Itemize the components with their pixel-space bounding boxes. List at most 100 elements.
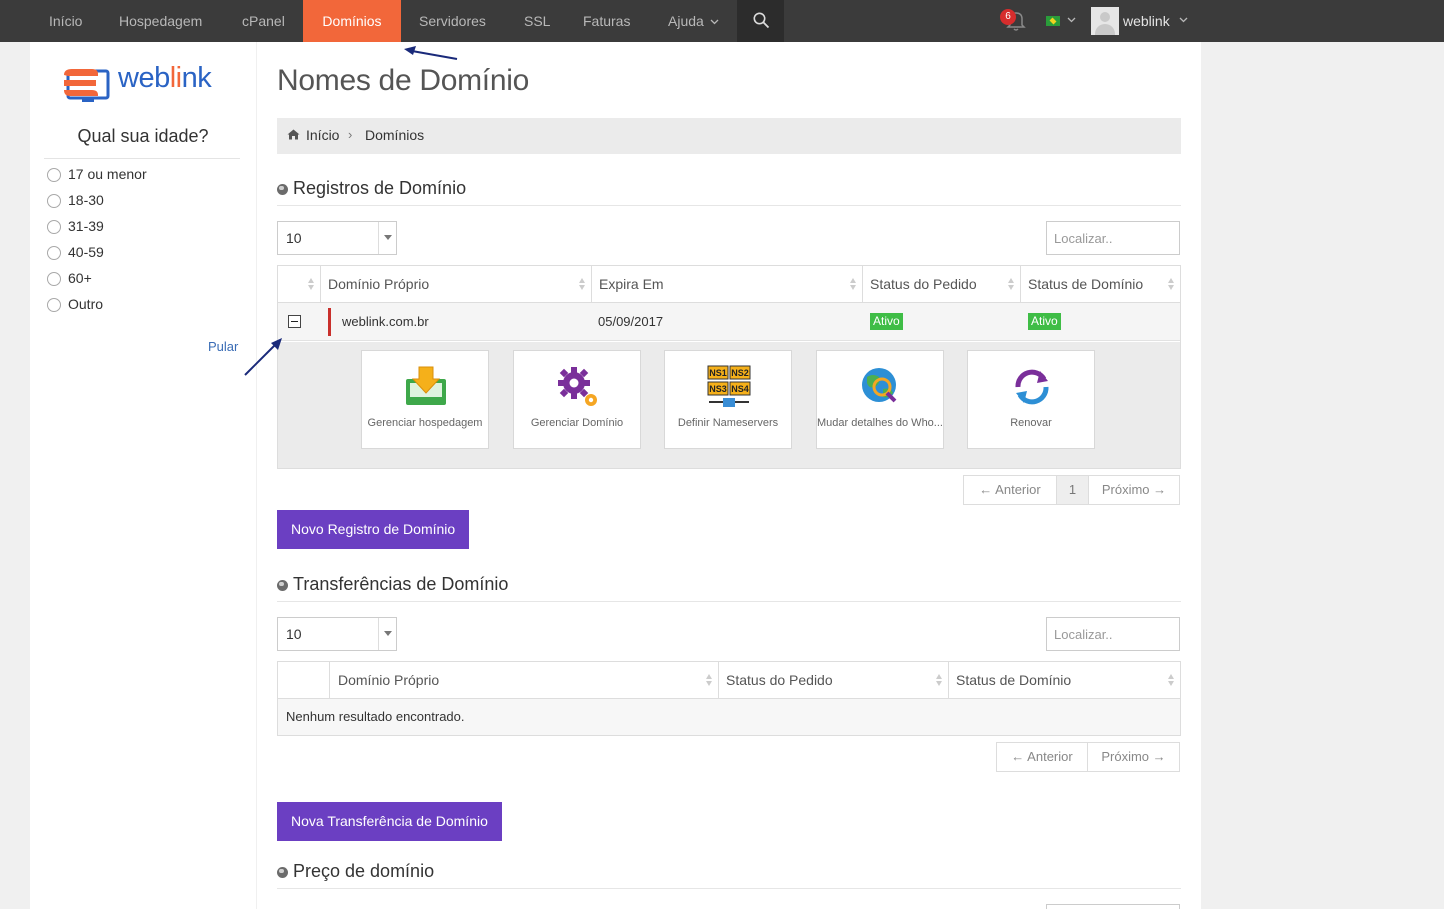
table-header: Domínio Próprio Status do Pedido Status … bbox=[278, 662, 1180, 699]
pagination-page-number[interactable]: 1 bbox=[1056, 476, 1088, 504]
chevron-down-icon bbox=[710, 19, 719, 25]
column-header-order-status[interactable]: Status do Pedido bbox=[719, 662, 949, 698]
user-menu-chevron-down-icon[interactable] bbox=[1179, 17, 1188, 23]
column-header-label: Status de Domínio bbox=[956, 672, 1072, 688]
dropdown-arrow-icon bbox=[378, 618, 396, 650]
poll-option-label: 18-30 bbox=[68, 192, 104, 208]
radio-button[interactable] bbox=[47, 298, 61, 312]
sort-icon bbox=[936, 674, 943, 686]
nameservers-icon: NS1 NS2 NS3 NS4 bbox=[707, 365, 751, 407]
nav-servidores[interactable]: Servidores bbox=[419, 0, 486, 42]
nav-hospedagem[interactable]: Hospedagem bbox=[119, 0, 202, 42]
radio-button[interactable] bbox=[47, 246, 61, 260]
nav-ajuda[interactable]: Ajuda bbox=[668, 0, 719, 42]
nav-faturas[interactable]: Faturas bbox=[583, 0, 630, 42]
radio-button[interactable] bbox=[47, 220, 61, 234]
column-header-label: Domínio Próprio bbox=[328, 276, 430, 292]
pagination-next-button[interactable]: Próximo → bbox=[1087, 743, 1179, 771]
globe-icon bbox=[277, 184, 288, 195]
registrations-table: Domínio Próprio Expira Em Status do Pedi… bbox=[277, 265, 1181, 469]
nav-cpanel[interactable]: cPanel bbox=[242, 0, 285, 42]
column-header-label: Status do Pedido bbox=[870, 276, 977, 292]
transfers-table: Domínio Próprio Status do Pedido Status … bbox=[277, 661, 1181, 736]
breadcrumb: Início › Domínios bbox=[277, 118, 1181, 154]
globe-icon bbox=[277, 580, 288, 591]
action-manage-hosting-button[interactable]: Gerenciar hospedagem bbox=[361, 350, 489, 449]
expand-column-header[interactable] bbox=[278, 662, 330, 698]
pagination-previous-button[interactable]: ← Anterior bbox=[997, 743, 1087, 771]
action-renew-button[interactable]: Renovar bbox=[967, 350, 1095, 449]
column-header-domain[interactable]: Domínio Próprio bbox=[330, 662, 719, 698]
column-header-label: Expira Em bbox=[599, 276, 664, 292]
poll-option-label: 60+ bbox=[68, 270, 92, 286]
svg-text:NS3: NS3 bbox=[709, 384, 727, 394]
domain-status-badge: Ativo bbox=[1028, 313, 1061, 330]
breadcrumb-current: Domínios bbox=[365, 127, 425, 143]
nav-inicio[interactable]: Início bbox=[49, 0, 82, 42]
username-label[interactable]: weblink bbox=[1123, 0, 1170, 42]
sort-icon bbox=[1008, 278, 1015, 290]
transfers-pagination: ← Anterior Próximo → bbox=[996, 742, 1180, 772]
table-row[interactable]: weblink.com.br 05/09/2017 Ativo Ativo bbox=[278, 303, 1180, 341]
transfers-search-input[interactable] bbox=[1046, 617, 1180, 651]
column-header-domain[interactable]: Domínio Próprio bbox=[321, 266, 592, 302]
section-divider bbox=[277, 888, 1181, 889]
action-label: Gerenciar hospedagem bbox=[367, 417, 483, 429]
registrations-pagination: ← Anterior 1 Próximo → bbox=[963, 475, 1180, 505]
collapse-row-icon[interactable] bbox=[288, 315, 301, 328]
search-icon bbox=[753, 12, 770, 29]
globe-icon bbox=[277, 867, 288, 878]
brazil-flag-icon[interactable] bbox=[1046, 16, 1060, 26]
pagination-next-button[interactable]: Próximo → bbox=[1088, 476, 1179, 504]
registrations-page-size-select[interactable]: 10 bbox=[277, 221, 397, 255]
poll-divider bbox=[44, 158, 240, 159]
column-header-domain-status[interactable]: Status de Domínio bbox=[949, 662, 1180, 698]
domain-actions-panel: Gerenciar hospedagem Gerenciar Domínio N… bbox=[278, 342, 1180, 468]
sort-icon bbox=[1168, 278, 1175, 290]
top-navbar: Início Hospedagem cPanel Domínios Servid… bbox=[0, 0, 1444, 48]
download-tray-icon bbox=[406, 366, 446, 405]
gears-icon bbox=[558, 367, 597, 406]
new-domain-registration-button[interactable]: Novo Registro de Domínio bbox=[277, 510, 470, 549]
pricing-title-text: Preço de domínio bbox=[293, 861, 435, 881]
pricing-search-input[interactable] bbox=[1046, 904, 1180, 909]
nav-search-button[interactable] bbox=[737, 0, 784, 42]
breadcrumb-separator-icon: › bbox=[348, 127, 353, 142]
radio-button[interactable] bbox=[47, 272, 61, 286]
page-title: Nomes de Domínio bbox=[277, 64, 529, 97]
radio-button[interactable] bbox=[47, 168, 61, 182]
poll-option-label: Outro bbox=[68, 296, 104, 312]
expiry-date-cell: 05/09/2017 bbox=[598, 314, 664, 329]
poll-option-label: 31-39 bbox=[68, 218, 104, 234]
breadcrumb-home-link[interactable]: Início bbox=[306, 118, 339, 152]
registrations-search-input[interactable] bbox=[1046, 221, 1180, 255]
avatar[interactable] bbox=[1091, 7, 1119, 35]
expand-column-header[interactable] bbox=[278, 266, 321, 302]
action-label: Mudar detalhes do Who... bbox=[817, 417, 943, 429]
poll-title: Qual sua idade? bbox=[77, 126, 209, 146]
new-domain-transfer-button[interactable]: Nova Transferência de Domínio bbox=[277, 802, 502, 841]
logo-wordmark[interactable]: weblink bbox=[118, 62, 212, 95]
section-divider bbox=[277, 205, 1181, 206]
radio-button[interactable] bbox=[47, 194, 61, 208]
main-content: Nomes de Domínio Início › Domínios Regis… bbox=[257, 42, 1201, 909]
column-header-expires[interactable]: Expira Em bbox=[592, 266, 863, 302]
nav-ajuda-label: Ajuda bbox=[668, 13, 704, 29]
language-chevron-down-icon[interactable] bbox=[1067, 17, 1076, 23]
svg-text:NS1: NS1 bbox=[709, 368, 727, 378]
transfers-page-size-select[interactable]: 10 bbox=[277, 617, 397, 651]
action-set-nameservers-button[interactable]: NS1 NS2 NS3 NS4 Definir Nameservers bbox=[664, 350, 792, 449]
pagination-previous-button[interactable]: ← Anterior bbox=[964, 476, 1056, 504]
column-header-domain-status[interactable]: Status de Domínio bbox=[1021, 266, 1180, 302]
action-manage-domain-button[interactable]: Gerenciar Domínio bbox=[513, 350, 641, 449]
action-label: Definir Nameservers bbox=[677, 417, 779, 429]
page-size-value: 10 bbox=[286, 230, 302, 246]
domain-name-cell[interactable]: weblink.com.br bbox=[342, 314, 429, 329]
table-header: Domínio Próprio Expira Em Status do Pedi… bbox=[278, 266, 1180, 303]
poll-skip-link[interactable]: Pular bbox=[208, 339, 238, 354]
nav-ssl[interactable]: SSL bbox=[524, 0, 550, 42]
weblink-logo-icon[interactable] bbox=[62, 65, 112, 105]
nav-dominios[interactable]: Domínios bbox=[303, 0, 401, 48]
column-header-order-status[interactable]: Status do Pedido bbox=[863, 266, 1021, 302]
action-change-whois-button[interactable]: Mudar detalhes do Who... bbox=[816, 350, 944, 449]
